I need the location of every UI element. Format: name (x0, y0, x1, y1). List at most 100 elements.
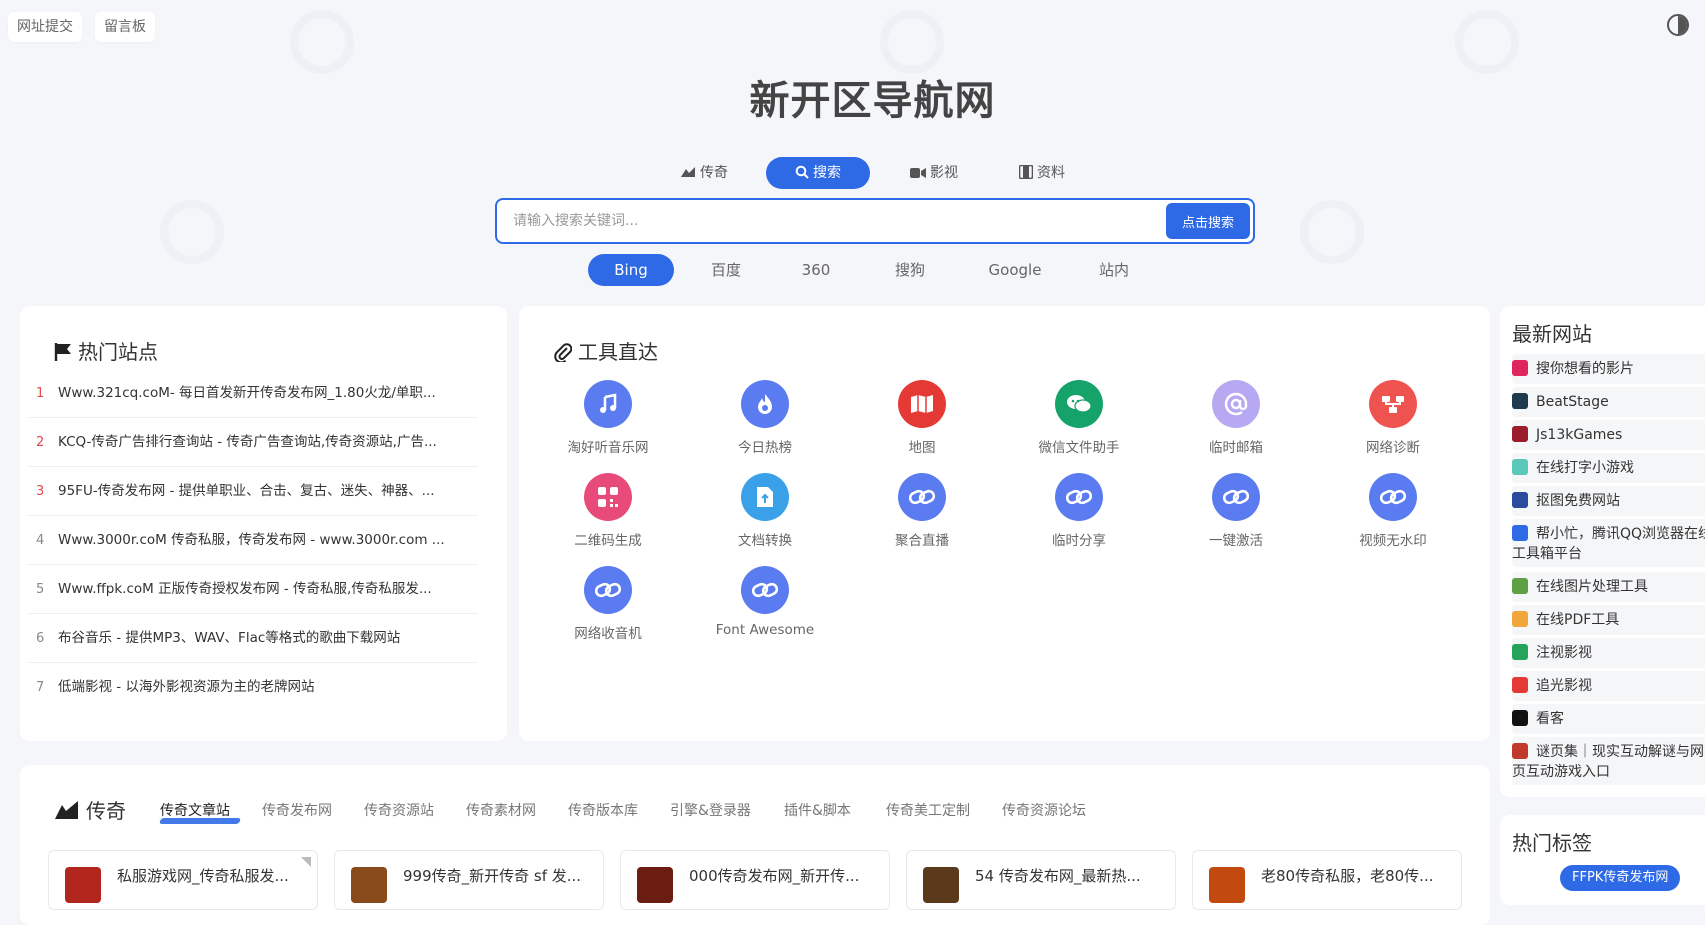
tool-music[interactable]: 淘好听音乐网 (530, 380, 686, 470)
tool-qrcode[interactable]: 二维码生成 (530, 473, 686, 563)
new-sites-title: 最新网站 (1512, 322, 1592, 346)
tool-wechat-helper[interactable]: 微信文件助手 (1001, 380, 1157, 470)
at-icon (1212, 380, 1260, 428)
tool-one-click-activate[interactable]: 一键激活 (1158, 473, 1314, 563)
new-site-item[interactable]: 在线图片处理工具 (1512, 577, 1705, 597)
tab-legend-release[interactable]: 传奇发布网 (262, 800, 332, 820)
music-icon (584, 380, 632, 428)
new-site-item[interactable]: 谜页集｜现实互动解谜与网页互动游戏入口 (1512, 742, 1705, 782)
tool-temp-share[interactable]: 临时分享 (1001, 473, 1157, 563)
tool-label: 网络诊断 (1366, 440, 1420, 456)
engine-google[interactable]: Google (970, 254, 1060, 286)
message-board-link[interactable]: 留言板 (95, 12, 155, 42)
tool-live-aggregate[interactable]: 聚合直播 (844, 473, 1000, 563)
site-card-name: 999传奇_新开传奇 sf 发... (403, 867, 582, 885)
tab-plugins-scripts[interactable]: 插件&脚本 (784, 800, 851, 820)
tool-network-diagnosis[interactable]: 网络诊断 (1315, 380, 1471, 470)
tool-document-convert[interactable]: 文档转换 (687, 473, 843, 563)
site-card[interactable]: 私服游戏网_传奇私服发... (48, 850, 318, 910)
tool-label: 聚合直播 (895, 533, 949, 549)
tab-video[interactable]: 影视 (888, 157, 980, 189)
new-site-item[interactable]: 注视影视 (1512, 643, 1705, 663)
new-site-item[interactable]: 在线打字小游戏 (1512, 458, 1705, 478)
engine-bing[interactable]: Bing (588, 254, 674, 286)
list-item[interactable]: 4 Www.3000r.coM 传奇私服，传奇发布网 - www.3000r.co… (28, 516, 478, 565)
site-card[interactable]: 999传奇_新开传奇 sf 发... (334, 850, 604, 910)
link-icon (1055, 473, 1103, 521)
engine-baidu[interactable]: 百度 (688, 254, 764, 286)
tab-legend-materials[interactable]: 传奇素材网 (466, 800, 536, 820)
site-card-name: 私服游戏网_传奇私服发... (117, 867, 289, 885)
list-item[interactable]: 1 Www.321cq.coM- 每日首发新开传奇发布网_1.80火龙/单职... (28, 369, 478, 418)
site-card[interactable]: 54 传奇发布网_最新热... (906, 850, 1176, 910)
engine-onsite[interactable]: 站内 (1076, 254, 1152, 286)
map-icon (898, 380, 946, 428)
tag-badge[interactable]: FFPK传奇发布网 (1560, 865, 1681, 891)
new-site-item[interactable]: 在线PDF工具 (1512, 610, 1705, 630)
background-decoration (290, 10, 354, 74)
tab-resources[interactable]: 资料 (996, 157, 1088, 189)
list-item[interactable]: 7 低端影视 - 以海外影视资源为主的老牌网站 (28, 663, 478, 712)
list-item[interactable]: 3 95FU-传奇发布网 - 提供单职业、合击、复古、迷失、神器、... (28, 467, 478, 516)
tab-engine-login[interactable]: 引擎&登录器 (670, 800, 751, 820)
search-submit-button[interactable]: 点击搜索 (1166, 203, 1250, 239)
tab-legend[interactable]: 传奇 (660, 157, 748, 189)
tool-video-no-watermark[interactable]: 视频无水印 (1315, 473, 1471, 563)
tool-web-radio[interactable]: 网络收音机 (530, 566, 686, 656)
site-link[interactable]: Www.321cq.coM- 每日首发新开传奇发布网_1.80火龙/单职... (58, 369, 448, 417)
tool-label: 一键激活 (1209, 533, 1263, 549)
new-site-label: 在线图片处理工具 (1536, 579, 1648, 595)
site-card-name: 54 传奇发布网_最新热... (975, 867, 1141, 885)
list-item[interactable]: 6 布谷音乐 - 提供MP3、WAV、Flac等格式的歌曲下载网站 (28, 614, 478, 663)
tab-resource-forum[interactable]: 传奇资源论坛 (1002, 800, 1086, 820)
new-site-item[interactable]: 看客 (1512, 709, 1705, 729)
tool-label: 淘好听音乐网 (567, 440, 649, 456)
tab-legend-versions[interactable]: 传奇版本库 (568, 800, 638, 820)
list-item[interactable]: 5 Www.ffpk.coM 正版传奇授权发布网 - 传奇私服,传奇私服发... (28, 565, 478, 614)
qrcode-icon (584, 473, 632, 521)
tab-art-custom[interactable]: 传奇美工定制 (886, 800, 970, 820)
new-site-item[interactable]: 搜你想看的影片 (1512, 359, 1705, 379)
site-thumbnail (1209, 867, 1245, 903)
site-favicon-icon (1512, 393, 1528, 409)
site-card[interactable]: 000传奇发布网_新开传... (620, 850, 890, 910)
tab-legend-resources[interactable]: 传奇资源站 (364, 800, 434, 820)
rank-number: 2 (36, 435, 45, 450)
theme-toggle-icon[interactable] (1667, 14, 1689, 36)
search-box: 点击搜索 (495, 198, 1255, 244)
legend-section-title: 传奇 (54, 795, 126, 824)
site-favicon-icon (1512, 492, 1528, 508)
rank-number: 5 (36, 582, 45, 597)
site-thumbnail (923, 867, 959, 903)
site-favicon-icon (1512, 578, 1528, 594)
search-input[interactable] (497, 200, 1157, 242)
tool-map[interactable]: 地图 (844, 380, 1000, 470)
new-site-item[interactable]: 追光影视 (1512, 676, 1705, 696)
site-card[interactable]: 老80传奇私服，老80传... (1192, 850, 1462, 910)
submit-url-link[interactable]: 网址提交 (8, 12, 82, 42)
site-favicon-icon (1512, 459, 1528, 475)
site-title: 新开区导航网 (749, 78, 996, 124)
site-link[interactable]: KCQ-传奇广告排行查询站 - 传奇广告查询站,传奇资源站,广告... (58, 418, 448, 466)
tab-legend-label: 传奇 (700, 165, 728, 181)
link-icon (741, 566, 789, 614)
engine-sogou[interactable]: 搜狗 (872, 254, 948, 286)
tool-trending[interactable]: 今日热榜 (687, 380, 843, 470)
site-link[interactable]: Www.3000r.coM 传奇私服，传奇发布网 - www.3000r.com… (58, 516, 448, 564)
new-site-item[interactable]: 帮小忙，腾讯QQ浏览器在线工具箱平台 (1512, 524, 1705, 564)
tool-temp-mail[interactable]: 临时邮箱 (1158, 380, 1314, 470)
tab-search[interactable]: 搜索 (766, 157, 870, 189)
site-link[interactable]: Www.ffpk.coM 正版传奇授权发布网 - 传奇私服,传奇私服发... (58, 565, 448, 613)
site-link[interactable]: 布谷音乐 - 提供MP3、WAV、Flac等格式的歌曲下载网站 (58, 614, 448, 662)
site-link[interactable]: 95FU-传奇发布网 - 提供单职业、合击、复古、迷失、神器、... (58, 467, 448, 515)
new-site-item[interactable]: 抠图免费网站 (1512, 491, 1705, 511)
new-site-item[interactable]: BeatStage (1512, 392, 1705, 412)
tab-legend-articles[interactable]: 传奇文章站 (158, 800, 242, 824)
engine-360[interactable]: 360 (778, 254, 854, 286)
tool-font-awesome[interactable]: Font Awesome (687, 566, 843, 656)
list-item[interactable]: 2 KCQ-传奇广告排行查询站 - 传奇广告查询站,传奇资源站,广告... (28, 418, 478, 467)
legend-icon (55, 801, 78, 819)
site-link[interactable]: 低端影视 - 以海外影视资源为主的老牌网站 (58, 663, 448, 712)
new-site-item[interactable]: Js13kGames (1512, 425, 1705, 445)
tools-title-text: 工具直达 (578, 340, 658, 364)
